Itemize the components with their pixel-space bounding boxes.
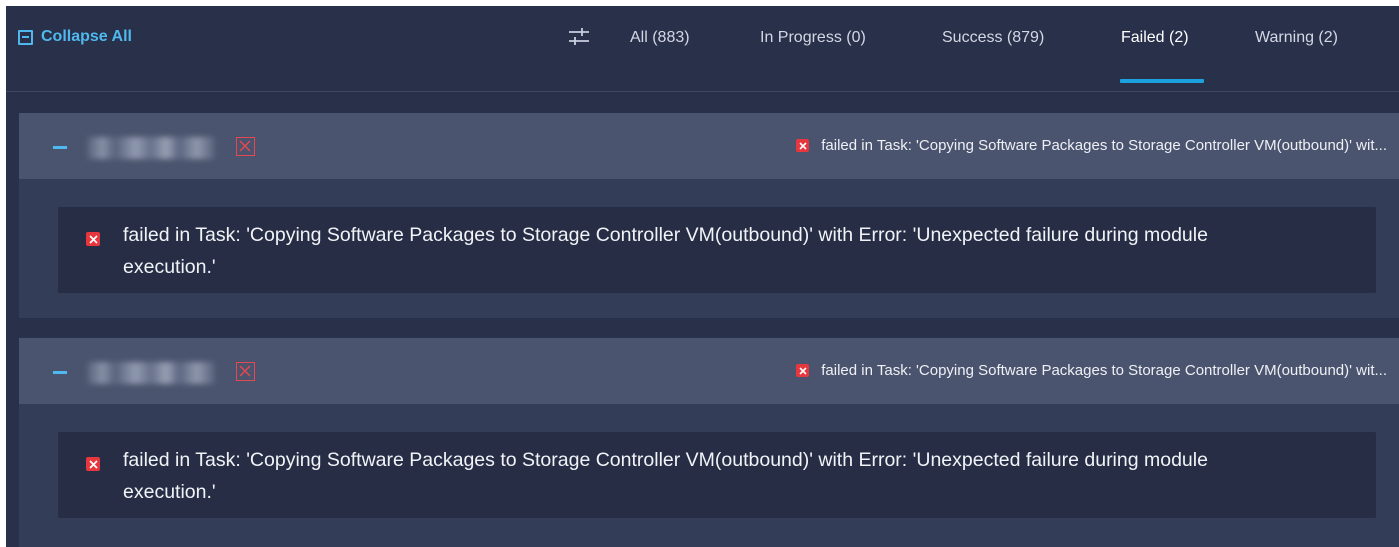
result-group: failed in Task: 'Copying Software Packag… <box>19 113 1399 318</box>
failed-box-icon <box>236 362 255 381</box>
error-icon <box>86 457 100 471</box>
tab-failed[interactable]: Failed (2) <box>1121 29 1189 47</box>
tab-all[interactable]: All (883) <box>630 29 690 47</box>
group-header-message: failed in Task: 'Copying Software Packag… <box>796 362 1387 379</box>
error-detail-card: failed in Task: 'Copying Software Packag… <box>58 432 1376 518</box>
toolbar: Collapse All All (883) In Progress (0) S… <box>6 6 1399 92</box>
error-detail-card: failed in Task: 'Copying Software Packag… <box>58 207 1376 293</box>
tab-success[interactable]: Success (879) <box>942 29 1044 47</box>
error-icon <box>796 139 810 152</box>
tab-in-progress[interactable]: In Progress (0) <box>760 29 866 47</box>
header-message-text: failed in Task: 'Copying Software Packag… <box>821 137 1387 154</box>
failed-box-icon <box>236 137 255 156</box>
tab-warning[interactable]: Warning (2) <box>1255 29 1338 47</box>
error-detail-text: failed in Task: 'Copying Software Packag… <box>123 224 1208 278</box>
result-group: failed in Task: 'Copying Software Packag… <box>19 338 1399 547</box>
active-tab-indicator <box>1120 79 1204 83</box>
minus-icon[interactable] <box>53 146 67 149</box>
redacted-host-name <box>87 137 215 159</box>
task-results-panel: Collapse All All (883) In Progress (0) S… <box>6 6 1399 547</box>
error-icon <box>796 364 810 377</box>
result-group-header[interactable]: failed in Task: 'Copying Software Packag… <box>19 338 1399 404</box>
error-icon <box>86 232 100 246</box>
redacted-host-name <box>87 362 215 384</box>
result-group-header[interactable]: failed in Task: 'Copying Software Packag… <box>19 113 1399 179</box>
status-tabs: All (883) In Progress (0) Success (879) … <box>6 6 1399 92</box>
error-detail-text: failed in Task: 'Copying Software Packag… <box>123 449 1208 503</box>
minus-icon[interactable] <box>53 371 67 374</box>
group-header-message: failed in Task: 'Copying Software Packag… <box>796 137 1387 154</box>
header-message-text: failed in Task: 'Copying Software Packag… <box>821 362 1387 379</box>
